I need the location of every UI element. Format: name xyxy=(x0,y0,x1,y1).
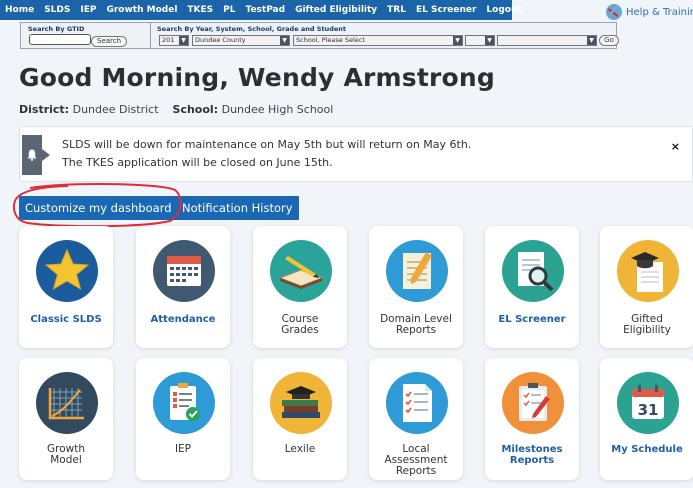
notepad-pencil-icon xyxy=(386,240,448,302)
year-system-label: Search By Year, System, School, Grade an… xyxy=(157,25,347,33)
tile-label: Lexile xyxy=(284,443,316,455)
tile-milestones-reports[interactable]: Milestones Reports xyxy=(485,358,579,480)
checklist-icon xyxy=(153,372,215,434)
tile-label: Local Assessment Reports xyxy=(384,443,448,477)
tile-label: Milestones Reports xyxy=(501,444,563,466)
alert-line-2: The TKES application will be closed on J… xyxy=(62,156,333,169)
school-value: School, Please Select xyxy=(296,36,365,44)
chevron-down-icon: ▼ xyxy=(453,36,462,45)
checklist-paper-icon xyxy=(386,372,448,434)
calendar-31-icon: 31 xyxy=(617,372,679,434)
tile-label: Growth Model xyxy=(46,443,85,466)
tile-attendance[interactable]: Attendance xyxy=(136,226,230,348)
graduation-cap-icon xyxy=(617,240,679,302)
growth-chart-icon xyxy=(36,372,98,434)
highlight-annotation xyxy=(12,183,182,228)
close-icon[interactable]: × xyxy=(671,140,680,153)
tile-label: IEP xyxy=(174,443,192,455)
nav-gifted-eligibility[interactable]: Gifted Eligibility xyxy=(290,0,382,20)
tile-label: EL Screener xyxy=(498,314,566,325)
tile-iep[interactable]: IEP xyxy=(136,358,230,480)
gtid-label: Search By GTID xyxy=(28,25,85,33)
nav-iep[interactable]: IEP xyxy=(75,0,101,20)
notification-banner: SLDS will be down for maintenance on May… xyxy=(19,126,693,182)
search-strip: Search By GTID Search Search By Year, Sy… xyxy=(20,22,619,49)
tile-label: Classic SLDS xyxy=(30,314,102,325)
chevron-down-icon: ▼ xyxy=(485,36,494,45)
tile-label: Gifted Eligibility xyxy=(623,313,671,336)
calendar-icon xyxy=(153,240,215,302)
page-title: Good Morning, Wendy Armstrong xyxy=(19,63,496,92)
tile-local-assessment-reports[interactable]: Local Assessment Reports xyxy=(369,358,463,480)
book-pencil-icon xyxy=(270,240,332,302)
nav-testpad[interactable]: TestPad xyxy=(241,0,291,20)
school-label: School: xyxy=(172,103,219,116)
system-value: Dundee County xyxy=(195,36,246,44)
help-training-link[interactable]: Help & Training xyxy=(605,3,693,21)
nav-tkes[interactable]: TKES xyxy=(182,0,218,20)
help-label: Help & Training xyxy=(626,6,693,18)
year-select[interactable]: 201 ▼ xyxy=(159,35,189,46)
clipboard-pen-icon xyxy=(502,372,564,434)
nav-el-screener[interactable]: EL Screener xyxy=(411,0,481,20)
tile-label: Attendance xyxy=(150,314,216,325)
nav-logout[interactable]: Logout xyxy=(481,0,526,20)
nav-slds[interactable]: SLDS xyxy=(39,0,75,20)
nav-home[interactable]: Home xyxy=(0,0,39,20)
tile-domain-level-reports[interactable]: Domain Level Reports xyxy=(369,226,463,348)
tile-label: Course Grades xyxy=(281,313,319,336)
student-select[interactable]: ▼ xyxy=(497,35,597,46)
bell-icon xyxy=(22,135,50,175)
chevron-down-icon: ▼ xyxy=(179,36,188,45)
tile-gifted-eligibility[interactable]: Gifted Eligibility xyxy=(600,226,693,348)
help-icon xyxy=(605,3,623,21)
tile-growth-model[interactable]: Growth Model xyxy=(19,358,113,480)
grade-select[interactable]: ▼ xyxy=(465,35,495,46)
nav-trl[interactable]: TRL xyxy=(382,0,411,20)
tile-lexile[interactable]: Lexile xyxy=(253,358,347,480)
gtid-search-button[interactable]: Search xyxy=(91,36,127,47)
tile-el-screener[interactable]: EL Screener xyxy=(485,226,579,348)
gtid-input[interactable] xyxy=(29,34,91,45)
tile-label: My Schedule xyxy=(611,444,683,455)
tile-label: Domain Level Reports xyxy=(380,313,452,336)
school-select[interactable]: School, Please Select ▼ xyxy=(293,35,463,46)
chevron-down-icon: ▼ xyxy=(587,36,596,45)
year-value: 201 xyxy=(162,36,175,44)
tile-classic-slds[interactable]: Classic SLDS xyxy=(19,226,113,348)
notification-history-button[interactable]: Notification History xyxy=(176,196,299,220)
gtid-search: Search By GTID Search xyxy=(21,23,151,48)
district-value: Dundee District xyxy=(72,103,159,116)
svg-text:31: 31 xyxy=(638,401,659,419)
star-icon xyxy=(36,240,98,302)
nav-pl[interactable]: PL xyxy=(218,0,240,20)
system-select[interactable]: Dundee County ▼ xyxy=(192,35,290,46)
top-nav: Home SLDS IEP Growth Model TKES PL TestP… xyxy=(0,0,522,20)
chevron-down-icon: ▼ xyxy=(280,36,289,45)
district-school-info: District: Dundee District School: Dundee… xyxy=(19,103,333,116)
school-value: Dundee High School xyxy=(221,103,334,116)
nav-growth-model[interactable]: Growth Model xyxy=(101,0,182,20)
alert-line-1: SLDS will be down for maintenance on May… xyxy=(62,138,472,151)
tile-my-schedule[interactable]: 31 My Schedule xyxy=(600,358,693,480)
books-icon xyxy=(270,372,332,434)
magnifier-document-icon xyxy=(502,240,564,302)
go-button[interactable]: Go xyxy=(599,35,619,46)
tile-course-grades[interactable]: Course Grades xyxy=(253,226,347,348)
district-label: District: xyxy=(19,103,70,116)
